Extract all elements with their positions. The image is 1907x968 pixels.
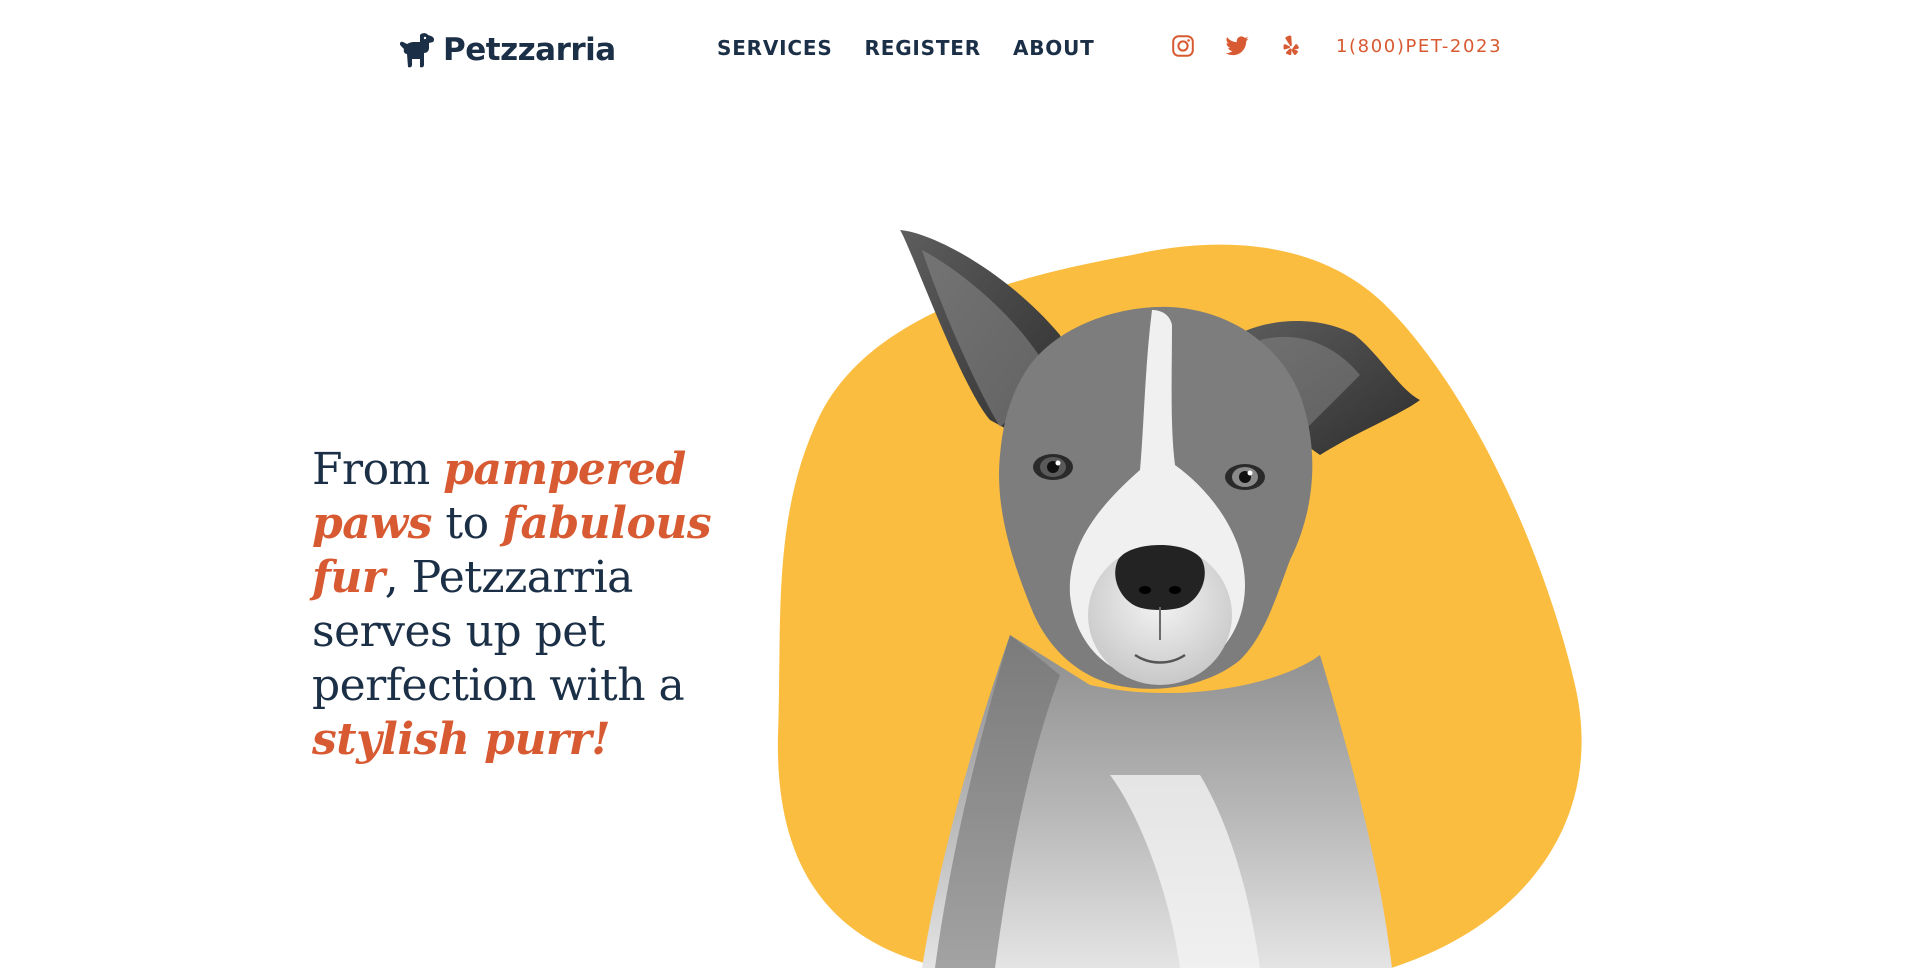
yelp-icon[interactable] [1279, 34, 1303, 58]
brand-name: Petzzarria [443, 32, 616, 68]
instagram-icon[interactable] [1171, 34, 1195, 58]
dog-icon [399, 33, 435, 68]
dog-nose [1115, 545, 1205, 610]
social-links: 1(800)PET-2023 [1171, 34, 1502, 58]
phone-link[interactable]: 1(800)PET-2023 [1336, 36, 1502, 57]
headline-part: to [431, 498, 503, 549]
twitter-icon[interactable] [1225, 34, 1249, 58]
hero-headline: From pampered paws to fabulous fur, Petz… [312, 443, 782, 767]
brand-logo[interactable]: Petzzarria [397, 30, 616, 70]
headline-part: From [312, 444, 444, 495]
nav-about-link[interactable]: ABOUT [1013, 36, 1095, 60]
headline-emphasis: stylish purr! [312, 714, 611, 765]
nav-services-link[interactable]: SERVICES [717, 36, 833, 60]
page: Petzzarria SERVICES REGISTER ABOUT 1(800… [0, 0, 1907, 968]
main-nav: SERVICES REGISTER ABOUT [717, 36, 1095, 60]
site-header: Petzzarria SERVICES REGISTER ABOUT 1(800… [0, 0, 1907, 98]
hero-image [777, 230, 1582, 968]
nav-register-link[interactable]: REGISTER [865, 36, 981, 60]
